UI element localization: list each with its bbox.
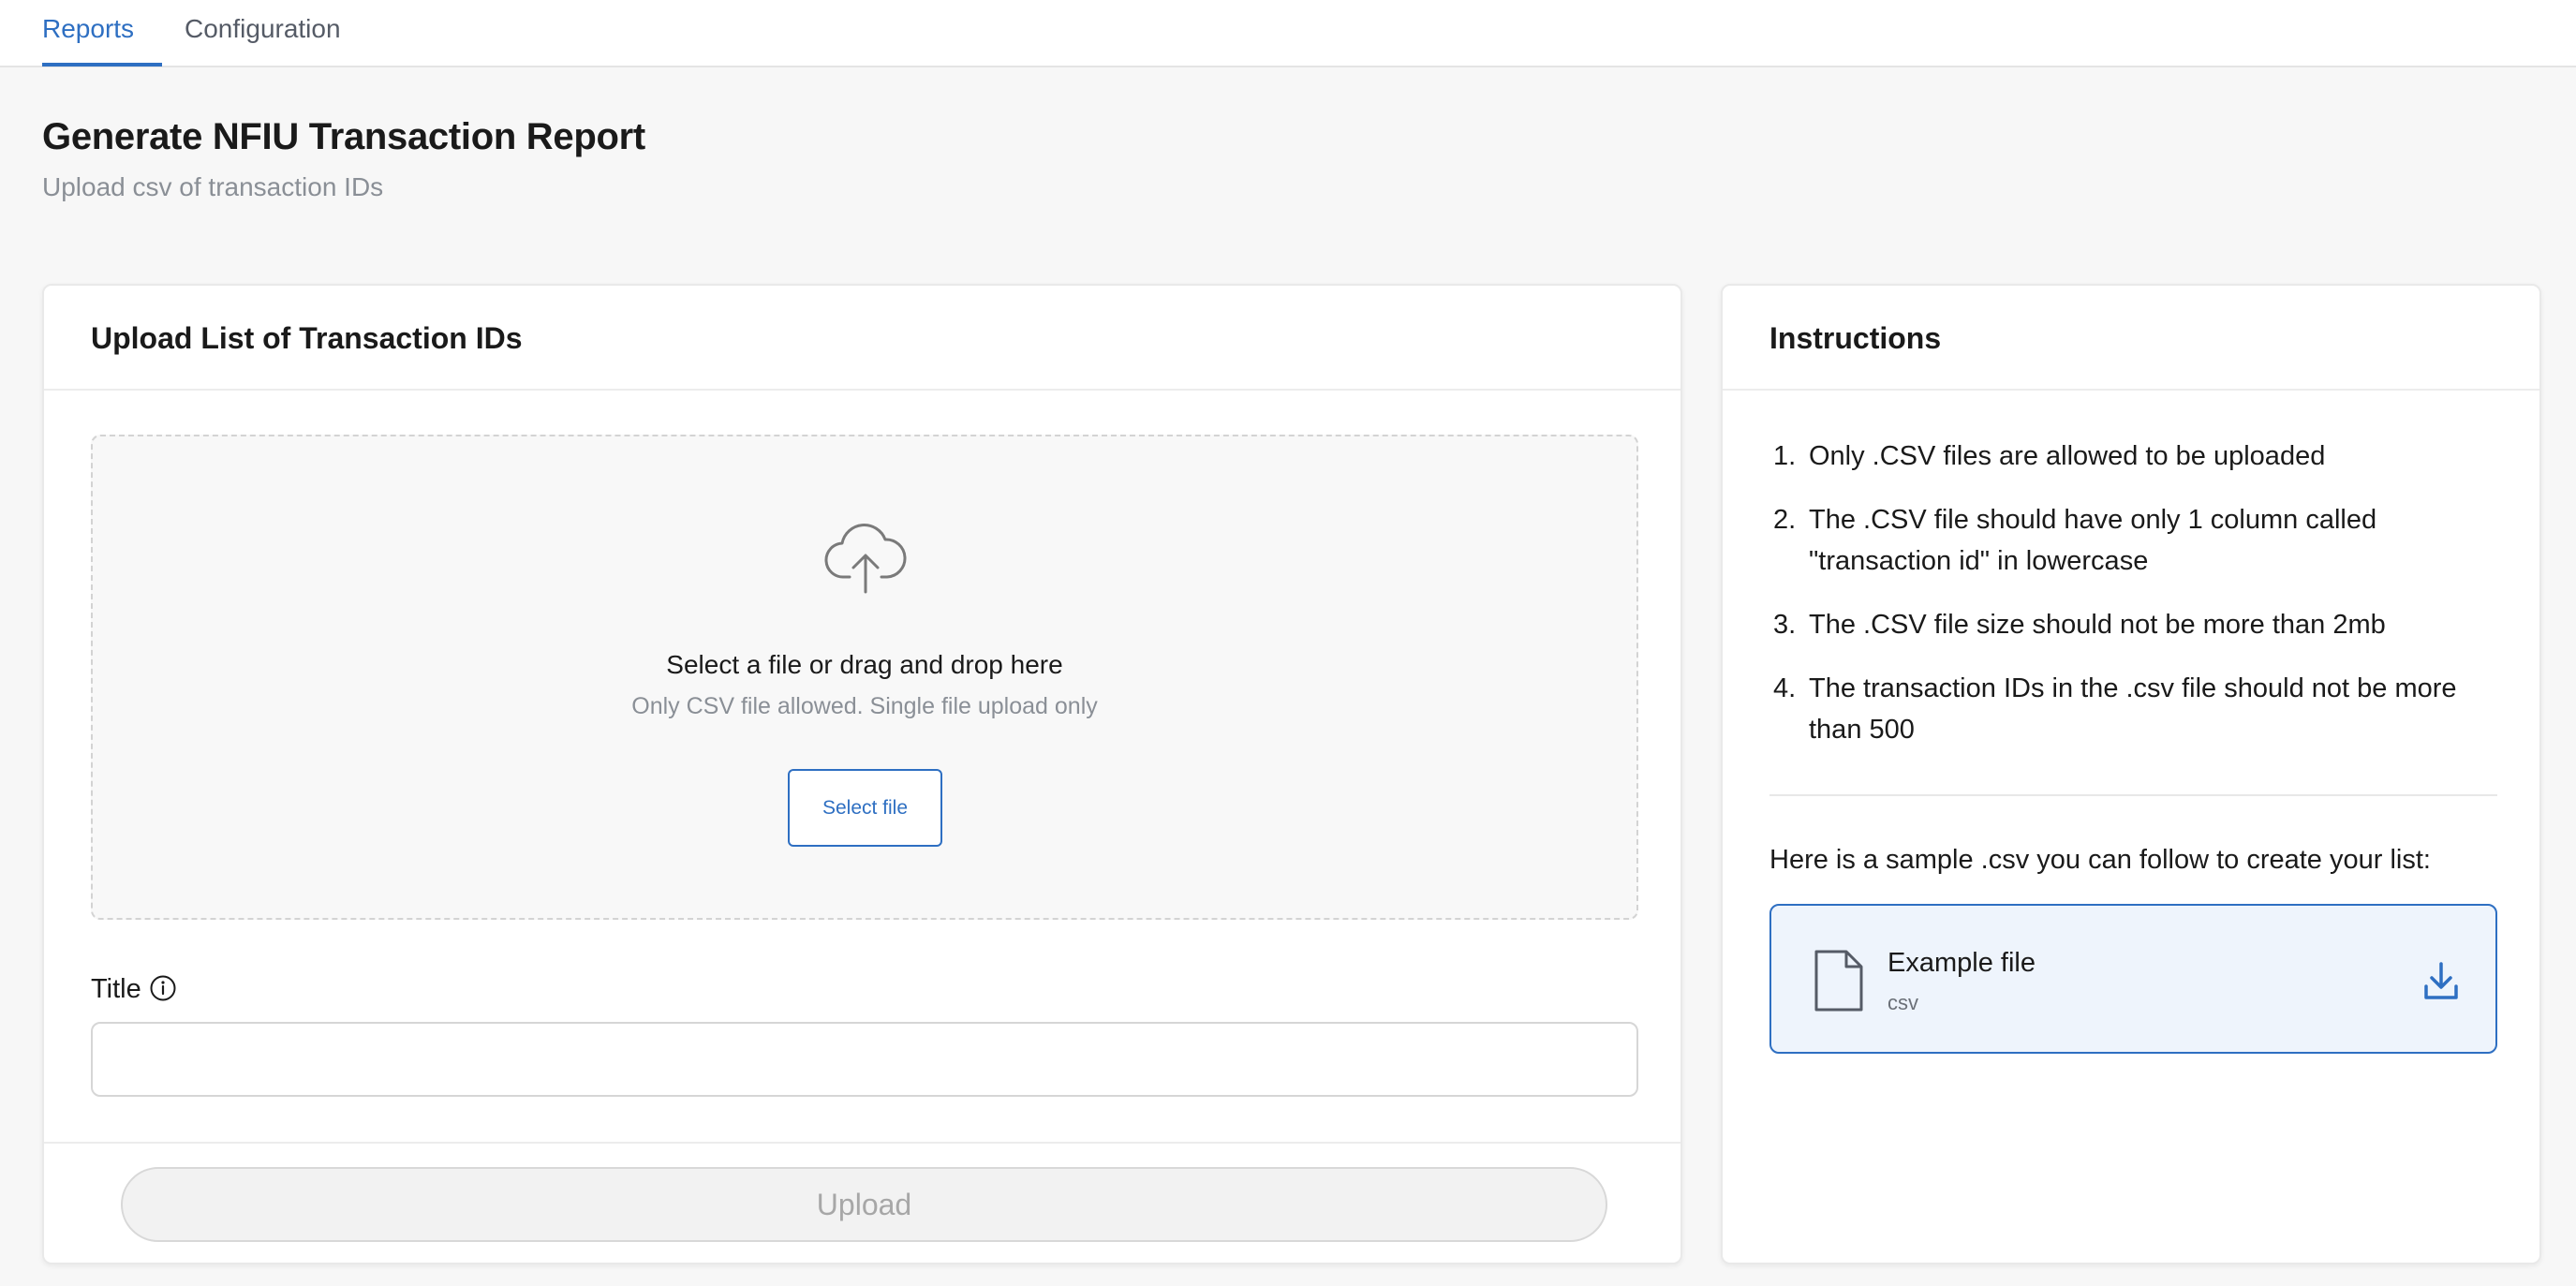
- instructions-card-title: Instructions: [1769, 321, 1942, 355]
- instruction-number: 3.: [1773, 610, 1797, 640]
- instruction-text: The .CSV file should have only 1 column …: [1809, 505, 2377, 576]
- top-tab-bar: Reports Configuration: [0, 0, 2576, 67]
- select-file-button[interactable]: Select file: [788, 769, 942, 847]
- title-field-label: Title: [91, 974, 141, 1004]
- example-file-type: csv: [1888, 991, 1918, 1014]
- title-input[interactable]: [91, 1022, 1638, 1097]
- page-title: Generate NFIU Transaction Report: [42, 116, 645, 157]
- instructions-card-header: Instructions: [1723, 286, 2539, 391]
- upload-card: Upload List of Transaction IDs Select a …: [42, 284, 1682, 1264]
- example-file-name: Example file: [1888, 948, 2036, 978]
- dropzone-hint: Only CSV file allowed. Single file uploa…: [631, 693, 1098, 719]
- card-footer-divider: [44, 1142, 1680, 1144]
- download-icon[interactable]: [2422, 960, 2460, 1001]
- upload-card-header: Upload List of Transaction IDs: [44, 286, 1680, 391]
- page-subtitle: Upload csv of transaction IDs: [42, 172, 384, 201]
- upload-card-title: Upload List of Transaction IDs: [91, 321, 523, 355]
- file-icon: [1814, 950, 1863, 1012]
- example-file-card[interactable]: Example file csv: [1769, 904, 2497, 1054]
- instructions-list: 1. Only .CSV files are allowed to be upl…: [1769, 436, 2500, 773]
- info-icon[interactable]: [149, 974, 177, 1002]
- instruction-item: 4. The transaction IDs in the .csv file …: [1769, 668, 2500, 750]
- tab-reports[interactable]: Reports: [42, 0, 162, 67]
- upload-button[interactable]: Upload: [121, 1167, 1607, 1242]
- instruction-text: Only .CSV files are allowed to be upload…: [1809, 441, 2326, 471]
- instruction-number: 2.: [1773, 505, 1797, 535]
- instruction-number: 1.: [1773, 441, 1797, 471]
- instruction-item: 2. The .CSV file should have only 1 colu…: [1769, 499, 2500, 582]
- instruction-number: 4.: [1773, 673, 1797, 703]
- tab-configuration[interactable]: Configuration: [185, 0, 341, 67]
- file-dropzone[interactable]: Select a file or drag and drop here Only…: [91, 435, 1638, 920]
- instruction-item: 1. Only .CSV files are allowed to be upl…: [1769, 436, 2500, 477]
- instruction-item: 3. The .CSV file size should not be more…: [1769, 604, 2500, 645]
- instruction-text: The transaction IDs in the .csv file sho…: [1809, 673, 2457, 745]
- sample-text: Here is a sample .csv you can follow to …: [1769, 845, 2431, 875]
- instructions-card: Instructions 1. Only .CSV files are allo…: [1721, 284, 2541, 1264]
- dropzone-text: Select a file or drag and drop here: [666, 650, 1063, 679]
- cloud-upload-icon: [824, 524, 907, 594]
- instruction-text: The .CSV file size should not be more th…: [1809, 610, 2386, 640]
- instructions-divider: [1769, 794, 2497, 796]
